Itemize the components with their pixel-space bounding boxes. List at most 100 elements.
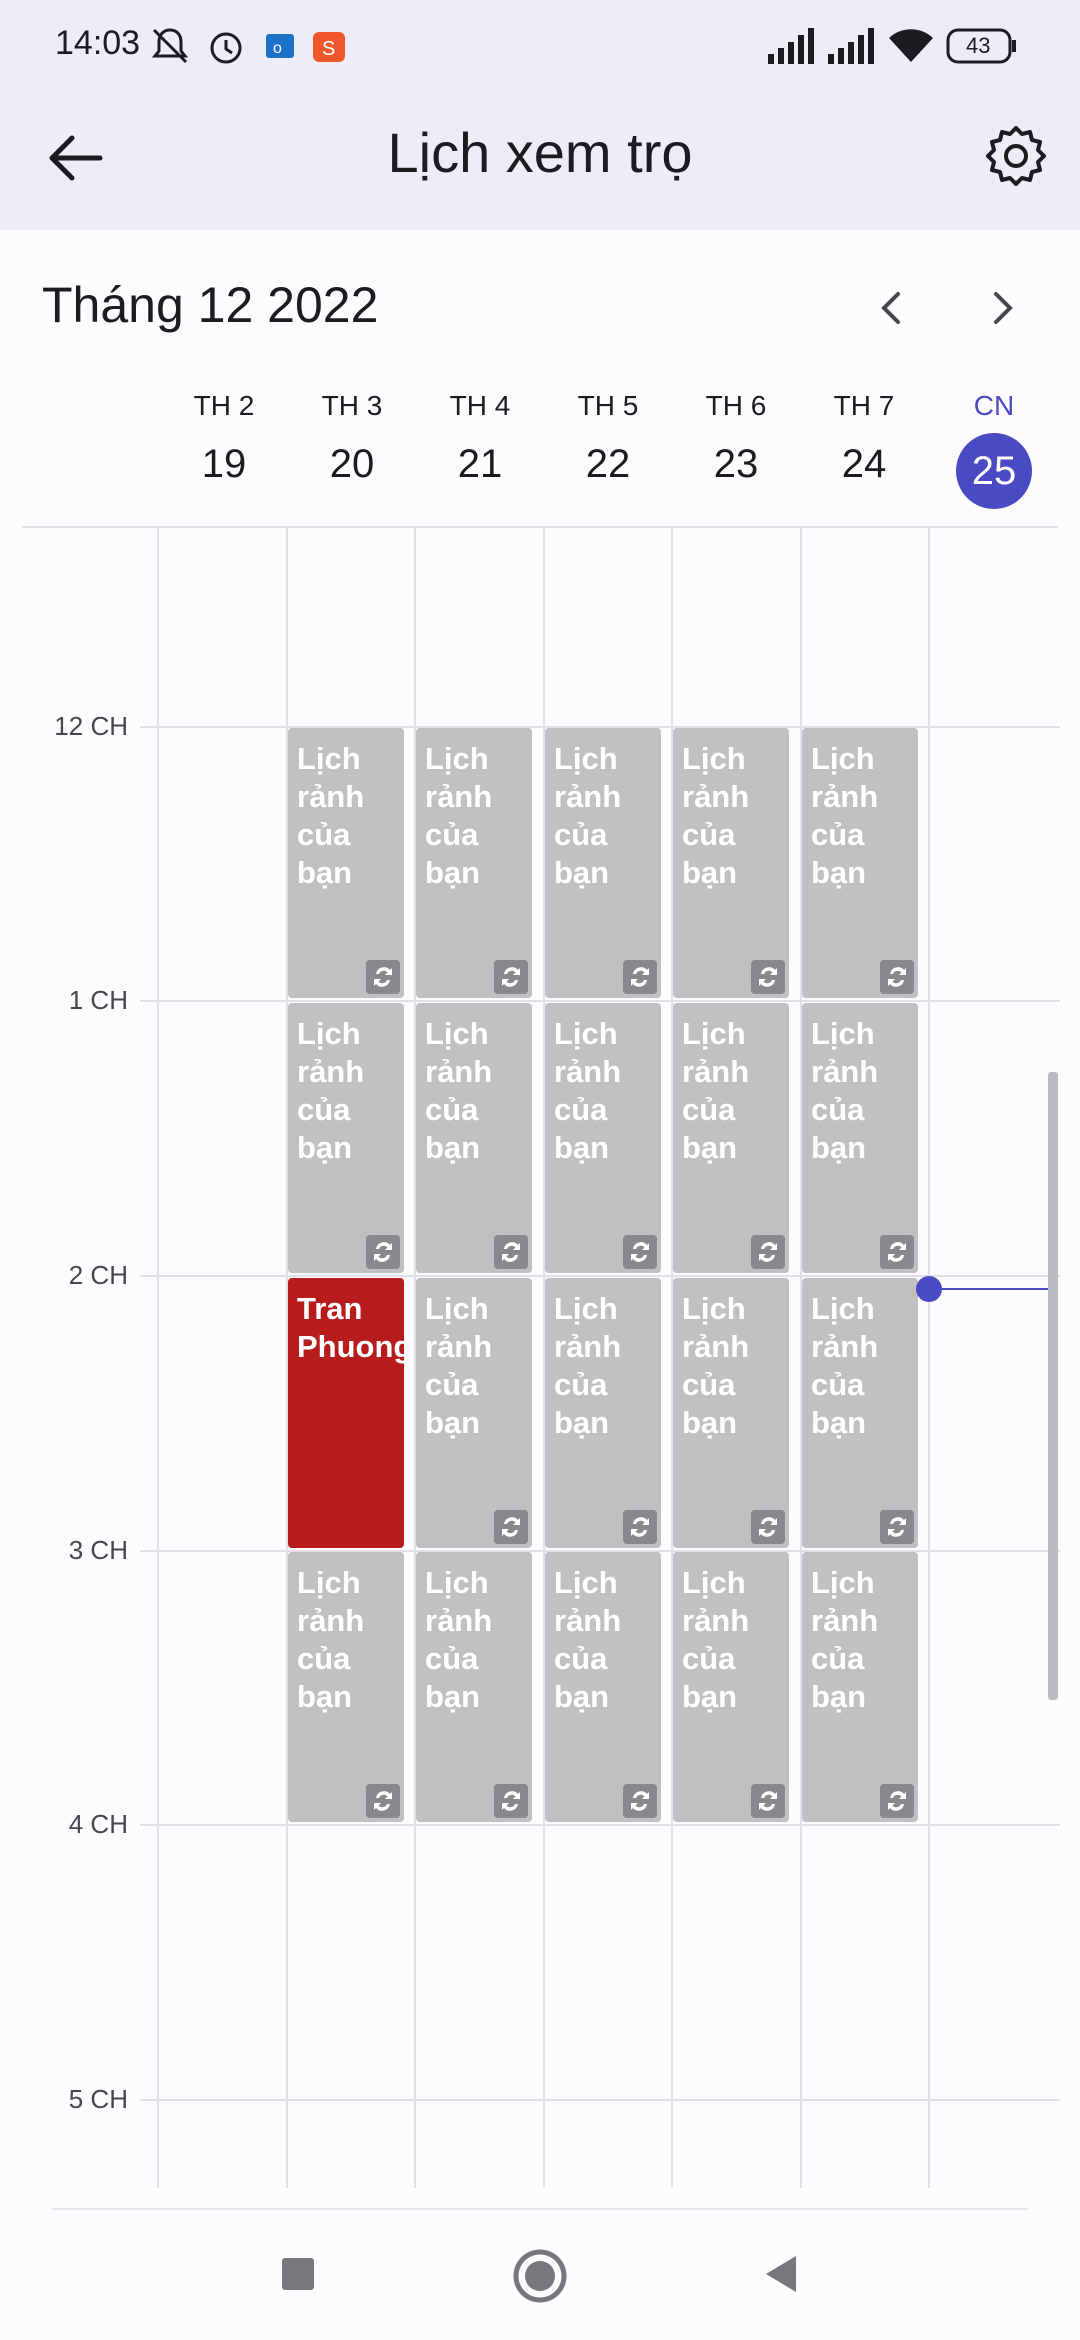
signal-icon — [768, 28, 814, 64]
signal-icon — [828, 28, 874, 64]
slot-label: Lịch rảnh của bạn — [811, 741, 879, 890]
slot-label: Lịch rảnh của bạn — [425, 1565, 493, 1714]
repeat-icon — [623, 960, 657, 994]
repeat-icon — [623, 1235, 657, 1269]
day-header[interactable]: TH 4 21 — [416, 390, 544, 487]
circle-home-icon[interactable] — [512, 2248, 568, 2304]
square-recents-icon[interactable] — [278, 2254, 318, 2294]
day-date: 20 — [329, 442, 375, 486]
day-date: 22 — [585, 442, 631, 486]
day-name: TH 4 — [449, 390, 511, 421]
repeat-icon — [751, 960, 785, 994]
free-slot[interactable]: Lịch rảnh của bạn — [416, 1003, 532, 1273]
slot-label: Lịch rảnh của bạn — [811, 1291, 879, 1440]
shopee-icon: S — [313, 32, 345, 62]
repeat-icon — [751, 1235, 785, 1269]
slot-label: Lịch rảnh của bạn — [811, 1565, 879, 1714]
free-slot[interactable]: Lịch rảnh của bạn — [416, 728, 532, 998]
free-slot[interactable]: Lịch rảnh của bạn — [673, 1003, 789, 1273]
month-label: Tháng 12 2022 — [42, 277, 379, 333]
page-title: Lịch xem trọ — [387, 121, 693, 184]
day-name: CN — [973, 390, 1015, 421]
slot-label: Lịch rảnh của bạn — [811, 1016, 879, 1165]
free-slot[interactable]: Lịch rảnh của bạn — [802, 1552, 918, 1822]
slot-label: Lịch rảnh của bạn — [425, 1291, 493, 1440]
day-name: TH 2 — [193, 390, 255, 421]
slot-label: Lịch rảnh của bạn — [682, 741, 750, 890]
day-date: 21 — [457, 442, 503, 486]
hour-line — [140, 1000, 1060, 1002]
chevron-left-icon[interactable] — [870, 286, 914, 330]
week-grid[interactable]: 12 CH 1 CH 2 CH 3 CH 4 CH 5 CH Lịch rảnh… — [0, 528, 1080, 2188]
grid-column-line — [928, 528, 930, 2188]
repeat-icon — [623, 1784, 657, 1818]
repeat-icon — [623, 1510, 657, 1544]
repeat-icon — [494, 1510, 528, 1544]
battery-level: 43 — [966, 33, 991, 58]
booked-label: Tran Phuong — [297, 1291, 404, 1364]
current-time-dot — [916, 1276, 942, 1302]
slot-label: Lịch rảnh của bạn — [554, 1016, 622, 1165]
slot-label: Lịch rảnh của bạn — [425, 1016, 493, 1165]
slot-label: Lịch rảnh của bạn — [554, 1565, 622, 1714]
alarm-icon — [210, 32, 242, 64]
day-header[interactable]: TH 7 24 — [800, 390, 928, 487]
current-time-line — [928, 1288, 1048, 1290]
day-date: 19 — [201, 442, 247, 486]
hour-label: 12 CH — [54, 711, 128, 741]
repeat-icon — [494, 960, 528, 994]
gear-icon[interactable] — [980, 120, 1052, 192]
outlook-icon: o — [266, 34, 294, 58]
triangle-back-icon[interactable] — [760, 2252, 804, 2296]
free-slot[interactable]: Lịch rảnh của bạn — [416, 1552, 532, 1822]
day-header[interactable]: TH 5 22 — [544, 390, 672, 487]
slot-label: Lịch rảnh của bạn — [682, 1016, 750, 1165]
chevron-right-icon[interactable] — [980, 286, 1024, 330]
free-slot[interactable]: Lịch rảnh của bạn — [802, 1003, 918, 1273]
free-slot[interactable]: Lịch rảnh của bạn — [545, 728, 661, 998]
free-slot[interactable]: Lịch rảnh của bạn — [673, 1278, 789, 1548]
repeat-icon — [751, 1784, 785, 1818]
repeat-icon — [366, 1784, 400, 1818]
repeat-icon — [366, 1235, 400, 1269]
free-slot[interactable]: Lịch rảnh của bạn — [545, 1003, 661, 1273]
slot-label: Lịch rảnh của bạn — [682, 1565, 750, 1714]
repeat-icon — [751, 1510, 785, 1544]
status-time: 14:03 — [55, 24, 141, 62]
free-slot[interactable]: Lịch rảnh của bạn — [288, 1552, 404, 1822]
repeat-icon — [880, 1235, 914, 1269]
slot-label: Lịch rảnh của bạn — [297, 1016, 365, 1165]
repeat-icon — [880, 1784, 914, 1818]
slot-label: Lịch rảnh của bạn — [682, 1291, 750, 1440]
mute-icon — [151, 28, 189, 64]
status-bar: 14:03 o S 43 — [0, 0, 1080, 92]
free-slot[interactable]: Lịch rảnh của bạn — [416, 1278, 532, 1548]
booked-slot[interactable]: Tran Phuong — [288, 1278, 404, 1548]
hour-label: 5 CH — [68, 2084, 128, 2114]
system-nav-bar — [0, 2210, 1080, 2340]
day-header[interactable]: TH 6 23 — [672, 390, 800, 487]
slot-label: Lịch rảnh của bạn — [554, 741, 622, 890]
free-slot[interactable]: Lịch rảnh của bạn — [673, 728, 789, 998]
today-date-badge[interactable]: 25 — [956, 433, 1032, 509]
free-slot[interactable]: Lịch rảnh của bạn — [288, 1003, 404, 1273]
day-name: TH 7 — [833, 390, 895, 421]
slot-label: Lịch rảnh của bạn — [297, 1565, 365, 1714]
day-header[interactable]: TH 3 20 — [288, 390, 416, 487]
free-slot[interactable]: Lịch rảnh của bạn — [288, 728, 404, 998]
slot-label: Lịch rảnh của bạn — [297, 741, 365, 890]
slot-label: Lịch rảnh của bạn — [425, 741, 493, 890]
free-slot[interactable]: Lịch rảnh của bạn — [802, 1278, 918, 1548]
day-date: 24 — [841, 442, 887, 486]
scrollbar[interactable] — [1048, 1072, 1058, 1700]
free-slot[interactable]: Lịch rảnh của bạn — [545, 1278, 661, 1548]
day-header-today[interactable]: CN — [930, 390, 1058, 422]
svg-text:S: S — [322, 38, 335, 60]
repeat-icon — [880, 1510, 914, 1544]
day-name: TH 5 — [577, 390, 639, 421]
free-slot[interactable]: Lịch rảnh của bạn — [802, 728, 918, 998]
wifi-icon — [889, 29, 933, 62]
day-header[interactable]: TH 2 19 — [160, 390, 288, 487]
free-slot[interactable]: Lịch rảnh của bạn — [673, 1552, 789, 1822]
free-slot[interactable]: Lịch rảnh của bạn — [545, 1552, 661, 1822]
